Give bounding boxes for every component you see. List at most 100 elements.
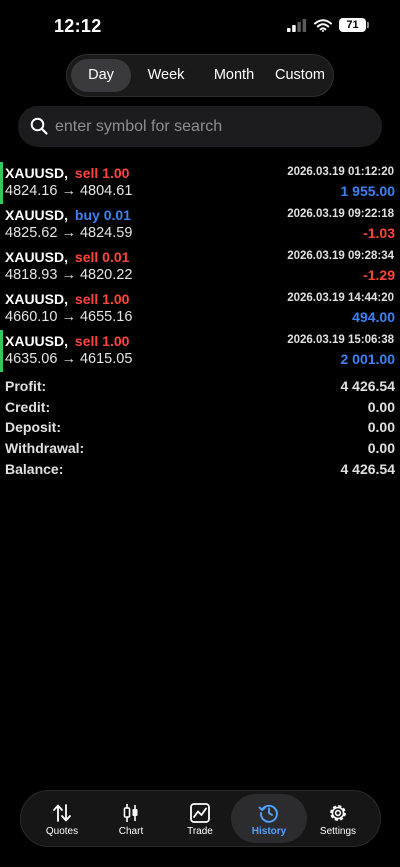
trade-title: XAUUSD, buy 0.01	[5, 207, 131, 223]
cellular-signal-icon	[287, 18, 307, 32]
summary-value: 4 426.54	[340, 460, 396, 477]
summary-value: 0.00	[367, 419, 395, 436]
trade-prices: 4660.10 → 4655.16	[5, 309, 133, 325]
battery-icon: 71	[339, 18, 369, 32]
summary-deposit: Deposit: 0.00	[0, 417, 400, 438]
trade-row[interactable]: XAUUSD, buy 0.01 4825.62 → 4824.59 2026.…	[0, 204, 400, 246]
trade-side: sell	[74, 249, 99, 265]
tab-label: Settings	[319, 826, 357, 837]
trade-profit: 1 955.00	[340, 183, 396, 199]
summary-value: 0.00	[367, 440, 395, 457]
quotes-arrows-icon	[53, 804, 71, 822]
search-input[interactable]	[55, 106, 365, 147]
trade-row[interactable]: XAUUSD, sell 1.00 4660.10 → 4655.16 2026…	[0, 288, 400, 330]
trade-profit: -1.03	[363, 225, 395, 241]
tab-custom[interactable]: Custom	[269, 59, 331, 92]
history-clock-icon	[258, 804, 278, 823]
close-price: 4820.22	[79, 267, 133, 283]
trade-volume: 1.00	[102, 165, 130, 181]
trade-prices: 4818.93 → 4820.22	[5, 267, 133, 283]
account-summary: Profit: 4 426.54 Credit: 0.00 Deposit: 0…	[0, 376, 400, 479]
period-segmented-control: Day Week Month Custom	[66, 54, 334, 97]
trade-prices: 4824.16 → 4804.61	[5, 183, 133, 199]
close-price: 4804.61	[79, 183, 133, 199]
summary-value: 0.00	[367, 398, 395, 415]
highlight-bar	[0, 330, 3, 372]
highlight-bar	[0, 162, 3, 204]
tab-week[interactable]: Week	[133, 59, 199, 92]
summary-label: Credit:	[5, 398, 51, 415]
open-price: 4660.10	[5, 309, 58, 325]
summary-label: Withdrawal:	[5, 440, 85, 457]
trade-symbol: XAUUSD	[5, 249, 65, 265]
trade-profit: 494.00	[352, 309, 395, 325]
candlestick-chart-icon	[123, 804, 138, 822]
trade-time: 2026.03.19 09:28:34	[287, 250, 394, 262]
trade-side: sell	[74, 165, 99, 181]
trade-title: XAUUSD, sell 1.00	[5, 165, 130, 181]
open-price: 4824.16	[5, 183, 58, 199]
close-price: 4824.59	[79, 225, 133, 241]
summary-withdrawal: Withdrawal: 0.00	[0, 438, 400, 459]
status-time: 12:12	[54, 16, 102, 36]
tab-settings[interactable]: Settings	[303, 794, 373, 843]
trade-title: XAUUSD, sell 0.01	[5, 249, 130, 265]
open-price: 4635.06	[5, 351, 58, 367]
open-price: 4825.62	[5, 225, 58, 241]
trade-volume: 0.01	[103, 207, 131, 223]
status-icons: 71	[287, 18, 369, 32]
bottom-tab-bar: Quotes Chart Trade History Settings	[20, 790, 381, 847]
trade-time: 2026.03.19 01:12:20	[287, 166, 394, 178]
tab-label: History	[251, 826, 287, 837]
trade-symbol: XAUUSD	[5, 207, 65, 223]
summary-balance: Balance: 4 426.54	[0, 459, 400, 480]
trade-side: sell	[74, 291, 99, 307]
trade-profit: -1.29	[363, 267, 395, 283]
summary-label: Balance:	[5, 460, 64, 477]
tab-label: Chart	[118, 826, 144, 837]
search-bar	[18, 106, 382, 147]
tab-history[interactable]: History	[231, 794, 307, 843]
trade-side: sell	[74, 333, 99, 349]
trade-symbol: XAUUSD	[5, 165, 65, 181]
wifi-icon	[314, 18, 332, 32]
trade-row[interactable]: XAUUSD, sell 0.01 4818.93 → 4820.22 2026…	[0, 246, 400, 288]
status-bar: 12:12 71	[0, 0, 400, 52]
trade-row[interactable]: XAUUSD, sell 1.00 4824.16 → 4804.61 2026…	[0, 162, 400, 204]
summary-value: 4 426.54	[340, 378, 396, 394]
trade-title: XAUUSD, sell 1.00	[5, 333, 130, 349]
search-icon	[30, 117, 48, 135]
tab-label: Quotes	[45, 826, 79, 837]
trade-volume: 0.01	[102, 249, 130, 265]
trade-history-list: XAUUSD, sell 1.00 4824.16 → 4804.61 2026…	[0, 162, 400, 372]
trade-prices: 4635.06 → 4615.05	[5, 351, 133, 367]
summary-label: Profit:	[5, 378, 47, 394]
open-price: 4818.93	[5, 267, 58, 283]
trade-prices: 4825.62 → 4824.59	[5, 225, 133, 241]
battery-level: 71	[346, 19, 359, 31]
trade-row[interactable]: XAUUSD, sell 1.00 4635.06 → 4615.05 2026…	[0, 330, 400, 372]
trade-time: 2026.03.19 09:22:18	[287, 208, 394, 220]
trade-title: XAUUSD, sell 1.00	[5, 291, 130, 307]
tab-trade[interactable]: Trade	[165, 794, 235, 843]
trade-profit: 2 001.00	[340, 351, 396, 367]
tab-month[interactable]: Month	[201, 59, 267, 92]
trade-chart-icon	[190, 803, 210, 823]
tab-label: Trade	[187, 826, 213, 837]
trade-volume: 1.00	[102, 291, 130, 307]
tab-quotes[interactable]: Quotes	[27, 794, 97, 843]
trade-volume: 1.00	[102, 333, 130, 349]
gear-icon	[330, 805, 346, 821]
trade-time: 2026.03.19 15:06:38	[287, 334, 394, 346]
trade-time: 2026.03.19 14:44:20	[287, 292, 394, 304]
summary-label: Deposit:	[5, 419, 61, 436]
summary-profit: Profit: 4 426.54	[0, 376, 400, 397]
tab-day[interactable]: Day	[71, 59, 131, 92]
trade-symbol: XAUUSD	[5, 333, 65, 349]
summary-credit: Credit: 0.00	[0, 397, 400, 418]
tab-chart[interactable]: Chart	[96, 794, 166, 843]
close-price: 4615.05	[79, 351, 133, 367]
trade-symbol: XAUUSD	[5, 291, 65, 307]
trade-side: buy	[74, 207, 100, 223]
close-price: 4655.16	[79, 309, 133, 325]
